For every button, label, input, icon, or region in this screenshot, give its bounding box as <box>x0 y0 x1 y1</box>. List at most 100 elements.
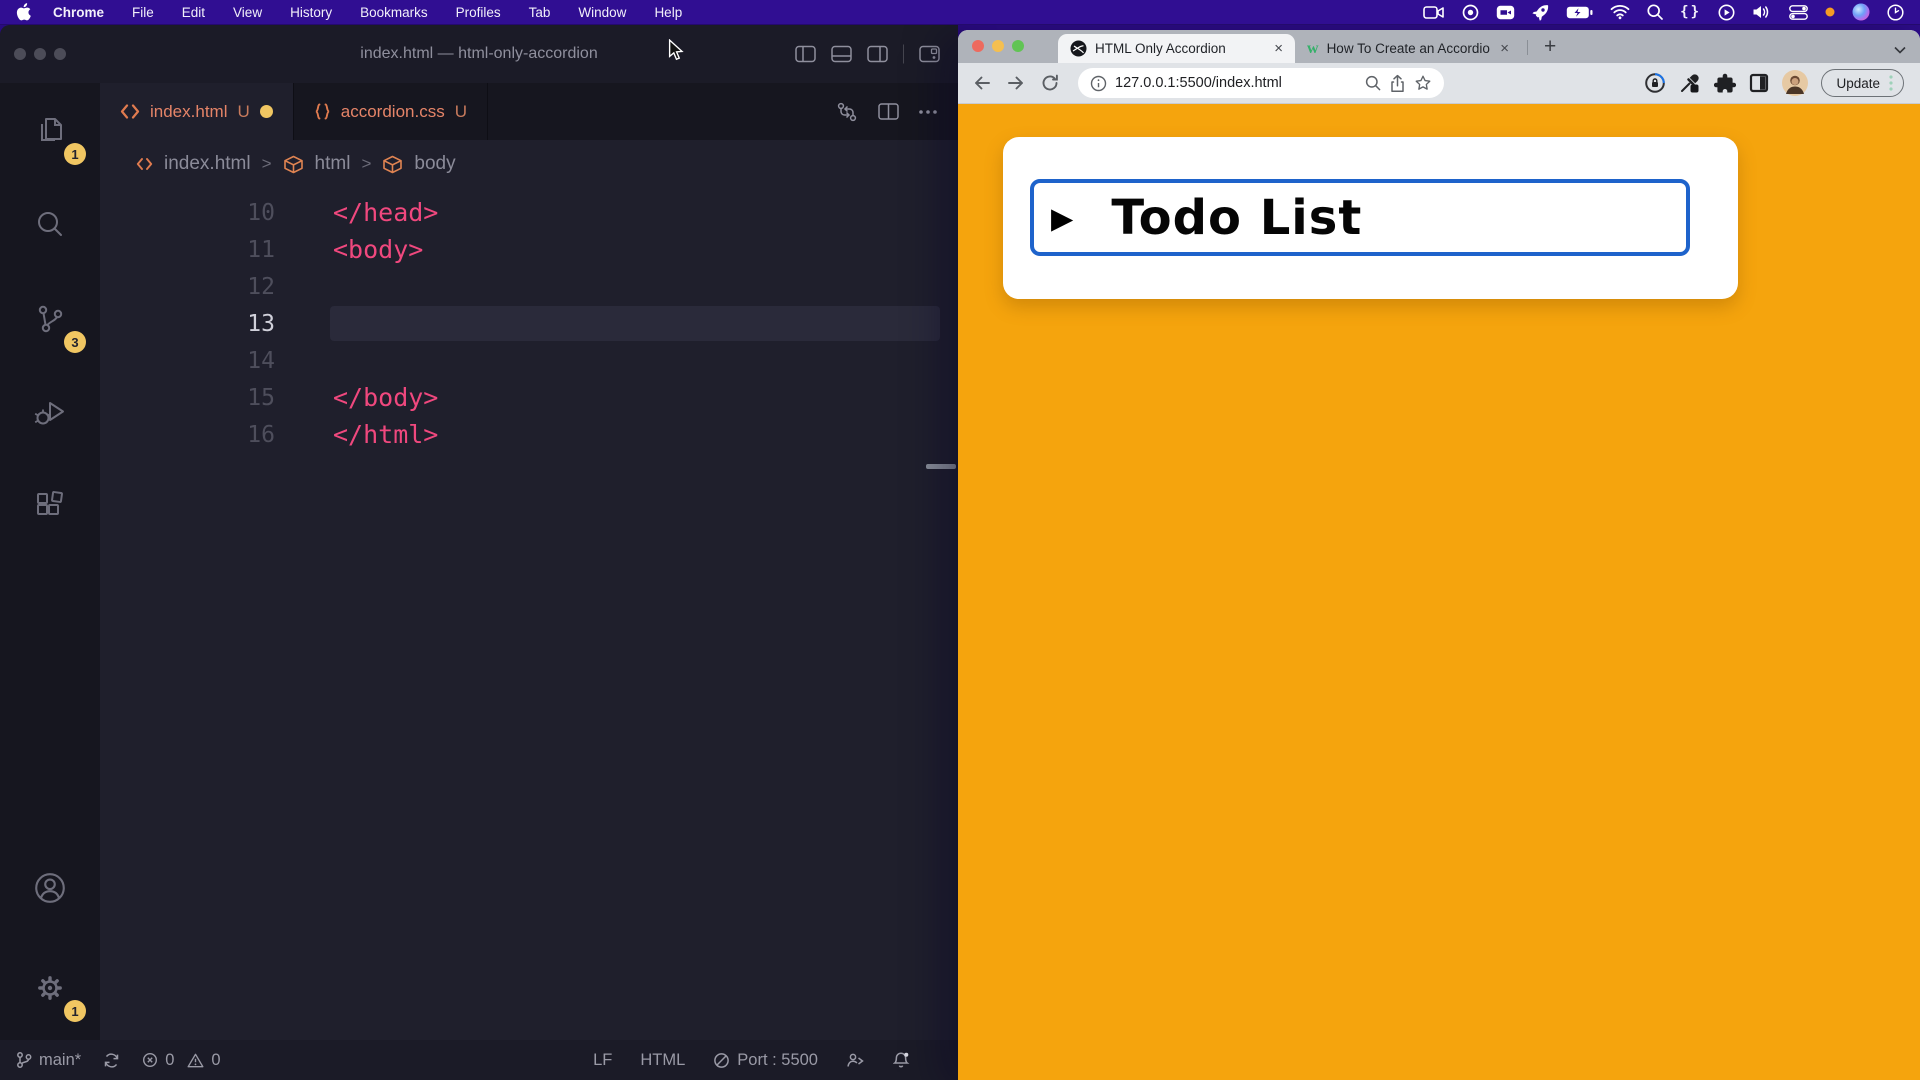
line-number: 15 <box>100 385 275 411</box>
close-button[interactable] <box>972 40 984 52</box>
zoom-icon[interactable] <box>1365 75 1381 91</box>
zoom-button[interactable] <box>54 48 66 60</box>
siri-icon[interactable] <box>1852 3 1870 21</box>
extensions-puzzle-icon[interactable] <box>1714 72 1736 94</box>
code-line-10[interactable]: 10</head> <box>100 194 958 231</box>
update-label: Update <box>1836 76 1880 91</box>
address-bar[interactable]: 127.0.0.1:5500/index.html <box>1078 68 1444 98</box>
zoom-button[interactable] <box>1012 40 1024 52</box>
scrollbar-handle[interactable] <box>926 464 956 469</box>
menu-item-tab[interactable]: Tab <box>529 5 551 20</box>
forward-icon[interactable] <box>1002 69 1030 97</box>
color-picker-extension-icon[interactable] <box>1679 72 1701 94</box>
error-count: 0 <box>165 1051 174 1070</box>
customize-layout-icon[interactable] <box>919 46 940 63</box>
tab-close-icon[interactable]: × <box>1272 40 1285 57</box>
new-tab-button[interactable]: + <box>1534 35 1566 63</box>
toggle-panel-icon[interactable] <box>831 46 852 63</box>
menu-item-file[interactable]: File <box>132 5 154 20</box>
details-marker-icon: ▶ <box>1051 201 1073 235</box>
back-icon[interactable] <box>968 69 996 97</box>
camera-icon[interactable] <box>1496 5 1515 20</box>
sidebar-item-explorer[interactable]: 1 <box>18 95 82 167</box>
reload-icon[interactable] <box>1036 69 1064 97</box>
toggle-primary-sidebar-icon[interactable] <box>795 46 816 63</box>
code-line-12[interactable]: 12 <box>100 268 958 305</box>
sidebar-item-accounts[interactable] <box>18 852 82 924</box>
minimize-button[interactable] <box>992 40 1004 52</box>
control-center-icon[interactable] <box>1789 5 1808 20</box>
eol-indicator[interactable]: LF <box>593 1051 612 1070</box>
volume-icon[interactable] <box>1752 4 1772 20</box>
privacy-extension-icon[interactable] <box>1644 72 1666 94</box>
bookmark-star-icon[interactable] <box>1414 74 1432 92</box>
git-branch-icon <box>33 302 67 336</box>
editor-tab-index-html[interactable]: index.html U <box>100 83 294 140</box>
play-circle-icon[interactable] <box>1718 4 1735 21</box>
rocket-icon[interactable] <box>1532 4 1549 21</box>
language-indicator[interactable]: HTML <box>640 1051 685 1070</box>
breadcrumb-item-body[interactable]: body <box>414 153 455 175</box>
menu-item-window[interactable]: Window <box>578 5 626 20</box>
sidebar-item-source-control[interactable]: 3 <box>18 283 82 355</box>
menu-item-edit[interactable]: Edit <box>182 5 205 20</box>
sidebar-item-search[interactable] <box>18 189 82 261</box>
split-editor-icon[interactable] <box>878 103 899 120</box>
accordion-summary[interactable]: ▶ Todo List <box>1030 179 1690 256</box>
code-line-11[interactable]: 11<body> <box>100 231 958 268</box>
close-button[interactable] <box>14 48 26 60</box>
vscode-titlebar[interactable]: index.html — html-only-accordion <box>0 25 958 83</box>
spotlight-search-icon[interactable] <box>1647 4 1663 20</box>
explorer-badge: 1 <box>64 143 86 165</box>
breadcrumb-item-file[interactable]: index.html <box>164 153 251 175</box>
html-file-icon <box>120 104 140 119</box>
open-changes-icon[interactable] <box>835 101 859 123</box>
vscode-tab-bar: index.html U accordion.css U <box>100 83 958 140</box>
modified-dot-icon[interactable] <box>260 105 273 118</box>
tab-search-chevron-icon[interactable] <box>1894 46 1906 54</box>
browser-menu-dots-icon[interactable] <box>1889 75 1893 91</box>
video-camera-icon[interactable] <box>1423 5 1445 20</box>
live-share-icon[interactable] <box>846 1052 865 1069</box>
notifications-bell-icon[interactable] <box>893 1051 910 1069</box>
braces-icon[interactable]: {} <box>1680 4 1701 20</box>
code-line-13[interactable]: 13 <box>100 305 958 342</box>
apple-icon[interactable] <box>16 3 31 21</box>
live-server-indicator[interactable]: Port : 5500 <box>713 1051 818 1070</box>
code-line-16[interactable]: 16</html> <box>100 416 958 453</box>
gear-icon <box>33 971 67 1005</box>
screen-record-icon[interactable] <box>1462 4 1479 21</box>
menu-item-profiles[interactable]: Profiles <box>456 5 501 20</box>
sidebar-item-settings[interactable]: 1 <box>18 952 82 1024</box>
code-line-15[interactable]: 15</body> <box>100 379 958 416</box>
browser-tab-wikihow[interactable]: w How To Create an Accordion × <box>1295 34 1521 63</box>
problems-indicator[interactable]: 0 0 <box>142 1051 220 1070</box>
profile-avatar[interactable] <box>1782 70 1808 96</box>
code-editor[interactable]: 10</head>11<body>12131415</body>16</html… <box>100 188 958 1040</box>
branch-indicator[interactable]: main* <box>16 1051 81 1070</box>
breadcrumb-item-html[interactable]: html <box>315 153 351 175</box>
menu-item-help[interactable]: Help <box>654 5 682 20</box>
menu-item-chrome[interactable]: Chrome <box>53 5 104 20</box>
code-text: </html> <box>275 420 438 449</box>
more-actions-icon[interactable] <box>918 109 938 115</box>
sidebar-item-extensions[interactable] <box>18 471 82 543</box>
battery-icon[interactable] <box>1566 6 1593 19</box>
site-info-icon[interactable] <box>1090 75 1107 92</box>
editor-tab-accordion-css[interactable]: accordion.css U <box>294 83 488 140</box>
sync-button[interactable] <box>103 1052 120 1069</box>
menu-item-view[interactable]: View <box>233 5 262 20</box>
sidebar-item-run-debug[interactable] <box>18 377 82 449</box>
wifi-icon[interactable] <box>1610 4 1630 20</box>
menu-item-bookmarks[interactable]: Bookmarks <box>360 5 428 20</box>
reader-mode-extension-icon[interactable] <box>1749 73 1769 93</box>
toggle-secondary-sidebar-icon[interactable] <box>867 46 888 63</box>
browser-tab-accordion[interactable]: HTML Only Accordion × <box>1058 34 1295 63</box>
clock-icon[interactable] <box>1887 4 1904 21</box>
code-line-14[interactable]: 14 <box>100 342 958 379</box>
minimize-button[interactable] <box>34 48 46 60</box>
menu-item-history[interactable]: History <box>290 5 332 20</box>
tab-close-icon[interactable]: × <box>1498 40 1511 57</box>
chrome-update-button[interactable]: Update <box>1821 69 1904 97</box>
share-icon[interactable] <box>1389 74 1406 93</box>
